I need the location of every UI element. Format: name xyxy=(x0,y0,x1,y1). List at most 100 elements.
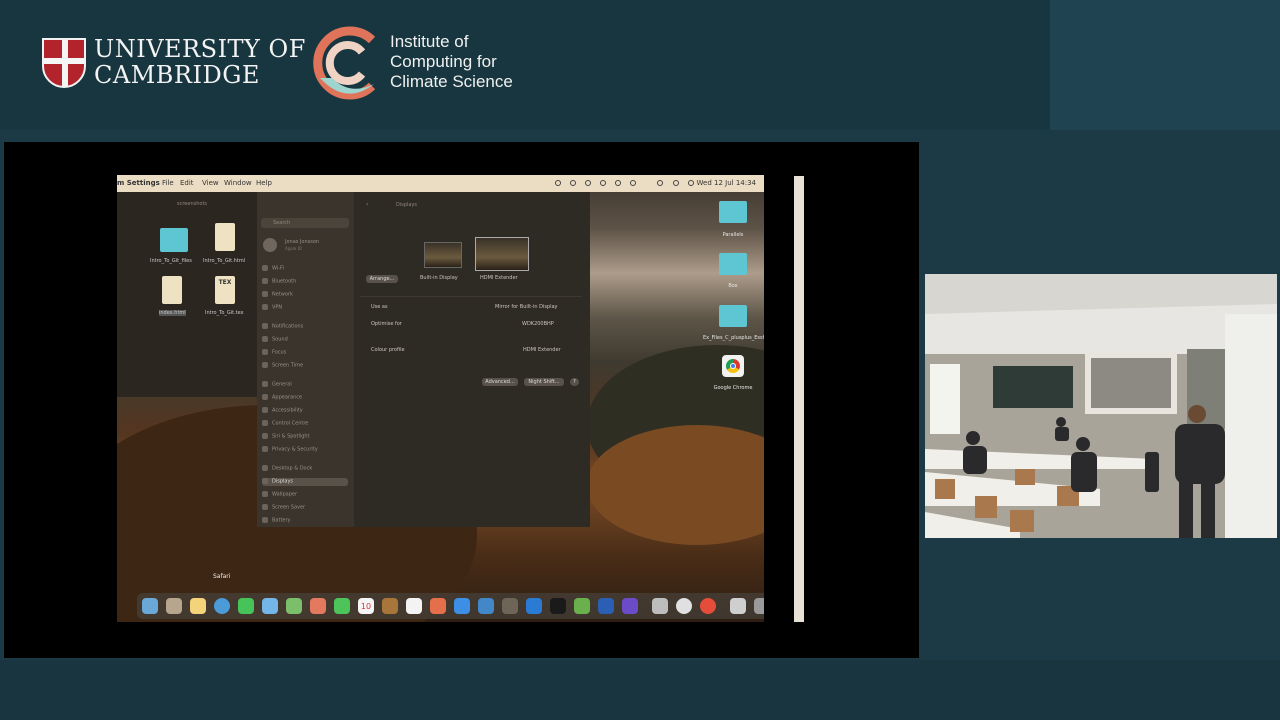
hdmi-display-thumbnail[interactable] xyxy=(475,237,529,271)
focus-icon xyxy=(262,349,268,355)
hdmi-display-label: HDMI Extender xyxy=(480,275,518,281)
sidebar-item-battery[interactable]: Battery xyxy=(262,517,291,525)
document-icon[interactable] xyxy=(162,276,182,304)
night-shift-button[interactable]: Night Shift... xyxy=(524,378,564,386)
sidebar-item-screen-time[interactable]: Screen Time xyxy=(262,362,303,370)
preview-icon[interactable] xyxy=(652,598,668,614)
sourcetree-icon[interactable] xyxy=(574,598,590,614)
shield-icon[interactable] xyxy=(600,180,606,186)
launchpad-icon[interactable] xyxy=(166,598,182,614)
reminders-icon[interactable] xyxy=(406,598,422,614)
use-as-select[interactable]: Mirror for Built-in Display xyxy=(495,304,558,310)
menu-window[interactable]: Window xyxy=(224,175,252,192)
sidebar-item-control-centre[interactable]: Control Centre xyxy=(262,420,308,428)
file-label: index.html xyxy=(159,310,186,316)
help-button[interactable]: ? xyxy=(570,378,579,386)
word-icon[interactable] xyxy=(598,598,614,614)
file-label: Intro_To_Git_files xyxy=(150,258,192,264)
sidebar-item-wifi[interactable]: Wi-Fi xyxy=(262,265,284,273)
optimise-for-label: Optimise for xyxy=(371,321,402,327)
contacts-icon[interactable] xyxy=(382,598,398,614)
music-icon[interactable] xyxy=(430,598,446,614)
builtin-display-thumbnail[interactable] xyxy=(424,242,462,268)
arrange-button[interactable]: Arrange... xyxy=(366,275,398,283)
control-centre-icon[interactable] xyxy=(688,180,694,186)
system-info-icon[interactable] xyxy=(676,598,692,614)
calendar-icon[interactable]: 10 xyxy=(358,598,374,614)
folder-icon[interactable] xyxy=(719,253,747,275)
notes-icon[interactable] xyxy=(190,598,206,614)
tex-document-icon[interactable]: TEX xyxy=(215,276,235,304)
sidebar-item-bluetooth[interactable]: Bluetooth xyxy=(262,278,296,286)
chrome-icon[interactable] xyxy=(722,355,744,377)
wifi-icon[interactable] xyxy=(657,180,663,186)
safari-icon[interactable] xyxy=(214,598,230,614)
second-screen-edge xyxy=(794,176,804,622)
display-icon xyxy=(262,478,268,484)
colour-profile-select[interactable]: HDMI Extender xyxy=(523,347,561,353)
wallpaper-icon xyxy=(262,491,268,497)
maps-icon[interactable] xyxy=(286,598,302,614)
chrome-dock-icon[interactable] xyxy=(700,598,716,614)
messages-icon[interactable] xyxy=(238,598,254,614)
folder-icon[interactable] xyxy=(719,305,747,327)
facetime-icon[interactable] xyxy=(334,598,350,614)
document-icon[interactable] xyxy=(215,223,235,251)
sidebar-item-desktop-dock[interactable]: Desktop & Dock xyxy=(262,465,312,473)
terminal-icon[interactable] xyxy=(550,598,566,614)
menu-view[interactable]: View xyxy=(202,175,219,192)
finder-icon[interactable] xyxy=(142,598,158,614)
chrome-center-icon xyxy=(730,363,736,369)
finder-window[interactable]: screenshots Intro_To_Git_files Intro_To_… xyxy=(117,192,257,397)
outlook-icon[interactable] xyxy=(478,598,494,614)
app-store-icon[interactable] xyxy=(454,598,470,614)
sidebar-item-sound[interactable]: Sound xyxy=(262,336,288,344)
photos-icon[interactable] xyxy=(310,598,326,614)
iccs-logo-icon xyxy=(313,26,376,100)
advanced-button[interactable]: Advanced... xyxy=(482,378,518,386)
search-icon[interactable] xyxy=(673,180,679,186)
sidebar-item-displays[interactable]: Displays xyxy=(262,478,348,486)
sidebar-item-focus[interactable]: Focus xyxy=(262,349,286,357)
menu-file[interactable]: File xyxy=(162,175,174,192)
settings-icon[interactable] xyxy=(502,598,518,614)
sidebar-item-accessibility[interactable]: Accessibility xyxy=(262,407,303,415)
status-icon[interactable] xyxy=(585,180,591,186)
network-icon xyxy=(262,291,268,297)
menu-clock[interactable]: Wed 12 Jul 14:34 xyxy=(697,175,756,192)
sidebar-item-vpn[interactable]: VPN xyxy=(262,304,282,312)
battery-icon xyxy=(262,517,268,523)
trash-icon[interactable] xyxy=(754,598,764,614)
vscode-icon[interactable] xyxy=(526,598,542,614)
moon-icon[interactable] xyxy=(615,180,621,186)
back-chevron-icon[interactable]: ‹ xyxy=(366,201,368,208)
teams-icon[interactable] xyxy=(622,598,638,614)
battery-icon[interactable] xyxy=(630,180,636,186)
folder-icon[interactable] xyxy=(160,228,188,252)
menu-edit[interactable]: Edit xyxy=(180,175,194,192)
sidebar-item-general[interactable]: General xyxy=(262,381,292,389)
settings-search-input[interactable]: Search xyxy=(261,218,349,228)
downloads-icon[interactable] xyxy=(730,598,746,614)
menu-bar: m Settings File Edit View Window Help We… xyxy=(117,175,764,192)
mail-icon[interactable] xyxy=(262,598,278,614)
classroom-scene xyxy=(925,274,1277,538)
sidebar-item-notifications[interactable]: Notifications xyxy=(262,323,303,331)
sidebar-item-siri[interactable]: Siri & Spotlight xyxy=(262,433,310,441)
pen-icon[interactable] xyxy=(555,180,561,186)
menu-help[interactable]: Help xyxy=(256,175,272,192)
builtin-display-label: Built-in Display xyxy=(420,275,458,281)
avatar[interactable] xyxy=(263,238,277,252)
sidebar-item-appearance[interactable]: Appearance xyxy=(262,394,302,402)
sidebar-item-network[interactable]: Network xyxy=(262,291,293,299)
file-label: Intro_To_Git.tex xyxy=(205,310,244,316)
folder-icon[interactable] xyxy=(719,201,747,223)
screen-time-icon xyxy=(262,362,268,368)
sidebar-item-privacy[interactable]: Privacy & Security xyxy=(262,446,318,454)
screen-record-icon[interactable] xyxy=(570,180,576,186)
sidebar-item-wallpaper[interactable]: Wallpaper xyxy=(262,491,297,499)
sidebar-item-screen-saver[interactable]: Screen Saver xyxy=(262,504,305,512)
hand-icon xyxy=(262,446,268,452)
optimise-for-select[interactable]: WDK200BHP xyxy=(522,321,554,327)
menu-app-name[interactable]: m Settings xyxy=(117,175,160,192)
